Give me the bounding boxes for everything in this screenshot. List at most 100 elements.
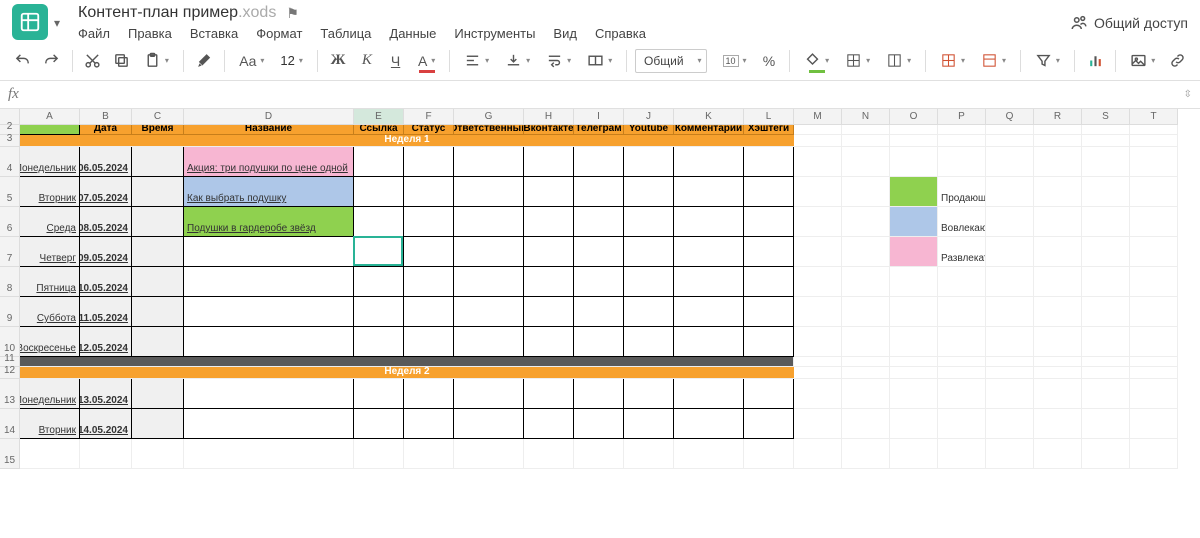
cell[interactable] [404, 439, 454, 469]
cell[interactable] [890, 327, 938, 357]
cell[interactable] [890, 439, 938, 469]
menu-view[interactable]: Вид [553, 26, 577, 41]
cell[interactable] [354, 147, 404, 177]
cell[interactable]: 14.05.2024 [80, 409, 132, 439]
cell[interactable] [744, 237, 794, 267]
cell[interactable] [842, 135, 890, 147]
cell[interactable] [890, 147, 938, 177]
share-button[interactable]: Общий доступ [1070, 14, 1188, 32]
cell[interactable] [1082, 147, 1130, 177]
cell[interactable] [986, 379, 1034, 409]
cell[interactable] [404, 409, 454, 439]
cell[interactable] [938, 147, 986, 177]
cell[interactable] [1130, 207, 1178, 237]
cell[interactable] [794, 379, 842, 409]
cell[interactable]: Неделя 1 [20, 135, 794, 147]
column-header[interactable]: T [1130, 109, 1178, 125]
cell[interactable] [132, 327, 184, 357]
cell[interactable] [842, 177, 890, 207]
cell[interactable] [890, 177, 938, 207]
fill-color-button[interactable]: ▾ [798, 46, 835, 76]
cell[interactable] [890, 207, 938, 237]
cell[interactable] [744, 409, 794, 439]
cell[interactable] [354, 207, 404, 237]
cell[interactable]: 08.05.2024 [80, 207, 132, 237]
decimals-button[interactable]: 10▾ [717, 46, 753, 76]
cell[interactable] [524, 297, 574, 327]
cell[interactable] [842, 147, 890, 177]
spreadsheet-grid[interactable]: 23456789101112131415 ABCDEFGHIJKLMNOPQRS… [0, 109, 1200, 531]
cell[interactable] [624, 237, 674, 267]
row-header[interactable]: 9 [0, 297, 20, 327]
cell[interactable] [184, 439, 354, 469]
cell[interactable]: 12.05.2024 [80, 327, 132, 357]
cell[interactable] [1082, 327, 1130, 357]
column-header[interactable]: Q [986, 109, 1034, 125]
redo-button[interactable] [39, 46, 64, 76]
cell[interactable] [454, 379, 524, 409]
cell[interactable] [794, 135, 842, 147]
cell[interactable] [1034, 207, 1082, 237]
cell[interactable] [184, 267, 354, 297]
cell[interactable]: 06.05.2024 [80, 147, 132, 177]
cell[interactable] [674, 409, 744, 439]
cell[interactable] [132, 207, 184, 237]
cell[interactable] [674, 237, 744, 267]
cell[interactable] [938, 379, 986, 409]
cell[interactable]: Ответственный [454, 125, 524, 135]
cell[interactable] [842, 327, 890, 357]
column-header[interactable]: D [184, 109, 354, 125]
cell[interactable]: Продающий [938, 177, 986, 207]
menu-format[interactable]: Формат [256, 26, 302, 41]
column-header[interactable]: S [1082, 109, 1130, 125]
cell[interactable]: Дата [80, 125, 132, 135]
cell[interactable] [986, 147, 1034, 177]
row-header[interactable]: 3 [0, 135, 20, 147]
cell[interactable] [794, 267, 842, 297]
number-format-select[interactable]: Общий▾ [635, 49, 707, 73]
cell[interactable] [744, 207, 794, 237]
cell[interactable] [794, 147, 842, 177]
cell[interactable] [80, 439, 132, 469]
cell[interactable] [132, 267, 184, 297]
text-color-button[interactable]: А▾ [412, 46, 441, 76]
cell[interactable]: Вторник [20, 177, 80, 207]
cell[interactable] [624, 409, 674, 439]
cell[interactable] [890, 379, 938, 409]
column-header[interactable]: L [744, 109, 794, 125]
cell[interactable] [184, 297, 354, 327]
cell[interactable] [354, 237, 404, 267]
cell[interactable] [1082, 367, 1130, 379]
cell[interactable] [132, 147, 184, 177]
cell[interactable] [794, 207, 842, 237]
link-button[interactable] [1165, 46, 1190, 76]
cell[interactable] [132, 379, 184, 409]
cell[interactable] [1130, 177, 1178, 207]
cell[interactable] [1082, 237, 1130, 267]
cell[interactable] [986, 297, 1034, 327]
cell[interactable] [132, 439, 184, 469]
row-header[interactable]: 14 [0, 409, 20, 439]
formula-bar[interactable]: fx ⇳ [0, 81, 1200, 109]
cell[interactable] [404, 237, 454, 267]
cell[interactable] [890, 267, 938, 297]
cell[interactable] [674, 147, 744, 177]
cell[interactable] [842, 367, 890, 379]
cell[interactable] [624, 207, 674, 237]
cell[interactable] [20, 357, 794, 367]
cell[interactable]: Ссылка [354, 125, 404, 135]
bold-button[interactable]: Ж [326, 46, 351, 76]
cell[interactable] [1082, 439, 1130, 469]
cell[interactable] [744, 439, 794, 469]
cell[interactable]: Комментарий [674, 125, 744, 135]
cell[interactable]: Суббота [20, 297, 80, 327]
cell[interactable] [938, 357, 986, 367]
column-header[interactable]: E [354, 109, 404, 125]
cell[interactable] [524, 409, 574, 439]
cell[interactable] [20, 439, 80, 469]
cell[interactable] [524, 379, 574, 409]
cell[interactable]: Хэштеги [744, 125, 794, 135]
cell[interactable] [674, 327, 744, 357]
row-header[interactable]: 7 [0, 237, 20, 267]
cell[interactable]: Понедельник [20, 379, 80, 409]
